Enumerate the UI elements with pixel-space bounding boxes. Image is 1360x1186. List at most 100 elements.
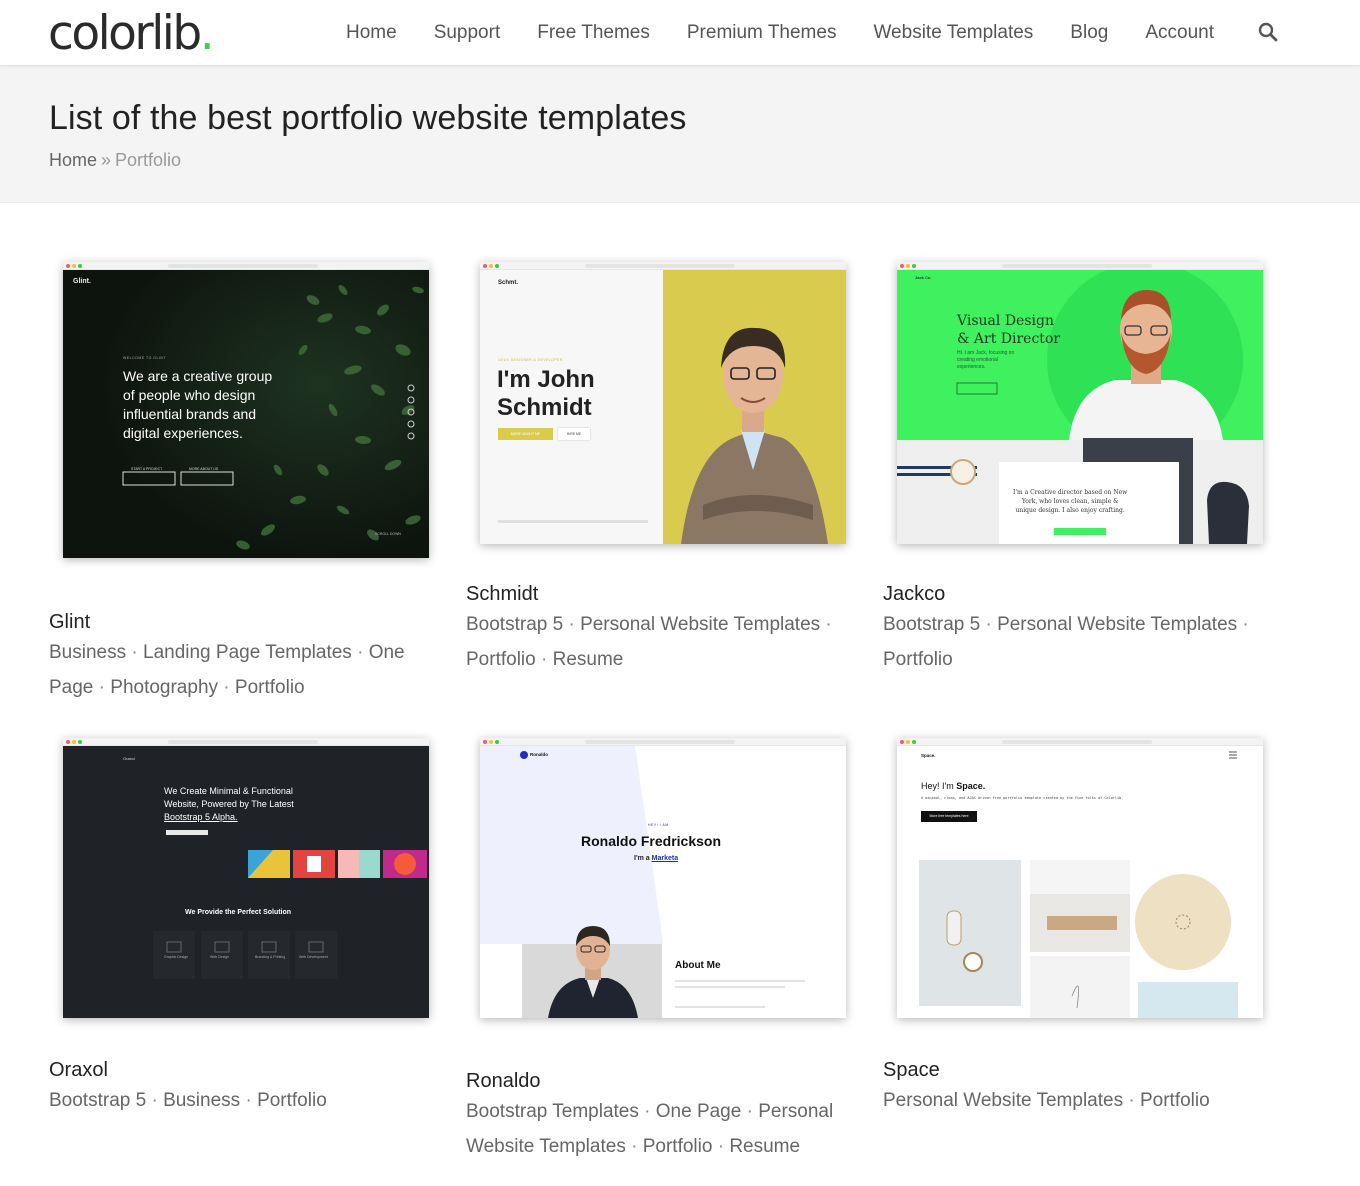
oraxol-service-2: Web Design (210, 955, 230, 959)
glint-preview: Glint. WELCOME TO GLINT We are a creativ… (63, 270, 429, 558)
schmidt-preview: Schmt. UI/UX DESIGNER & DEVELOPER I'm Jo… (480, 270, 846, 544)
nav-website-templates[interactable]: Website Templates (873, 22, 1033, 44)
tag-link[interactable]: Bootstrap 5 (49, 1090, 146, 1111)
tag-link[interactable]: Personal Website Templates (580, 614, 820, 635)
ronaldo-kicker: HEY! I AM (648, 823, 669, 827)
nav-blog[interactable]: Blog (1070, 22, 1108, 44)
tag-link[interactable]: Bootstrap 5 (883, 614, 980, 635)
jackco-headline: Visual Design & Art Director (957, 313, 1061, 347)
tag-link[interactable]: Portfolio (466, 649, 536, 670)
tag-link[interactable]: Landing Page Templates (143, 642, 352, 663)
tag-link[interactable]: Bootstrap Templates (466, 1101, 639, 1122)
main-nav: Home Support Free Themes Premium Themes … (346, 0, 1251, 66)
card-tags: Bootstrap 5 · Personal Website Templates… (466, 614, 832, 670)
tag-link[interactable]: Personal Website Templates (997, 614, 1237, 635)
schmidt-brand: Schmt. (498, 280, 519, 286)
colorlib-logo[interactable]: colorlib. (48, 6, 215, 62)
tag-link[interactable]: One Page (656, 1101, 742, 1122)
jackco-preview: Jack Co. Visual Design & Art Director Hi… (897, 270, 1263, 544)
tag-link[interactable]: Personal Website Templates (883, 1090, 1123, 1111)
card-title[interactable]: Oraxol (49, 1059, 108, 1082)
ronaldo-role: I'm a Marketa (634, 855, 679, 862)
nav-free-themes[interactable]: Free Themes (537, 22, 650, 44)
glint-thumbnail[interactable]: Glint. WELCOME TO GLINT We are a creativ… (63, 262, 429, 558)
tag-link[interactable]: Portfolio (235, 677, 305, 698)
browser-bar (480, 262, 846, 270)
tag-link[interactable]: Resume (729, 1136, 800, 1157)
breadcrumb: Home» Portfolio (49, 150, 181, 171)
tag-link[interactable]: Business (163, 1090, 240, 1111)
glint-headline: We are a creative group of people who de… (123, 368, 273, 441)
ronaldo-art (480, 746, 805, 1018)
nav-account[interactable]: Account (1145, 22, 1214, 44)
glint-kicker: WELCOME TO GLINT (123, 356, 167, 360)
schmidt-button-hire: HIRE ME (558, 428, 590, 440)
oraxol-preview: Oraxol We Create Minimal & Functional We… (63, 746, 429, 1018)
ronaldo-about: About Me (675, 960, 721, 971)
oraxol-section: We Provide the Perfect Solution (185, 909, 292, 916)
ronaldo-preview: Ronaldo HEY! I AM Ronaldo Fredrickson I'… (480, 746, 846, 1018)
browser-bar (897, 738, 1263, 746)
tag-link[interactable]: Portfolio (257, 1090, 327, 1111)
card-title[interactable]: Ronaldo (466, 1070, 541, 1093)
card-tags: Bootstrap Templates · One Page · Persona… (466, 1101, 834, 1157)
card-tags: Business · Landing Page Templates · One … (49, 642, 405, 698)
title-band: List of the best portfolio website templ… (0, 66, 1360, 203)
oraxol-service-3: Branding & Printing (255, 955, 286, 959)
tag-link[interactable]: Business (49, 642, 126, 663)
schmidt-thumbnail[interactable]: Schmt. UI/UX DESIGNER & DEVELOPER I'm Jo… (480, 262, 846, 544)
breadcrumb-current: Portfolio (115, 150, 182, 170)
jackco-sub: Hi. I am Jack, focusing on creating emot… (957, 350, 1015, 370)
card-title[interactable]: Glint (49, 611, 90, 634)
card-title[interactable]: Schmidt (466, 583, 538, 606)
glint-scroll: SCROLL DOWN (375, 532, 401, 536)
browser-bar (63, 738, 429, 746)
schmidt-kicker: UI/UX DESIGNER & DEVELOPER (498, 358, 563, 362)
oraxol-service-4: Web Development (299, 955, 328, 959)
ronaldo-brand: Ronaldo (530, 752, 548, 757)
space-brand: Space. (921, 753, 936, 758)
schmidt-headline: I'm John Schmidt (497, 366, 595, 421)
ronaldo-name: Ronaldo Fredrickson (581, 833, 722, 849)
breadcrumb-home[interactable]: Home (49, 150, 97, 170)
tag-link[interactable]: Photography (110, 677, 218, 698)
nav-home[interactable]: Home (346, 22, 397, 44)
space-thumbnail[interactable]: Space. Hey! I'm Space. A minimal, clean,… (897, 738, 1263, 1018)
logo-dot: . (199, 6, 215, 61)
space-greeting: Hey! I'm Space. (921, 781, 986, 791)
oraxol-headline: We Create Minimal & Functional Website, … (164, 786, 294, 822)
glint-brand: Glint. (73, 278, 91, 285)
page-title: List of the best portfolio website templ… (49, 99, 687, 137)
tag-link[interactable]: Resume (553, 649, 624, 670)
oraxol-thumbnail[interactable]: Oraxol We Create Minimal & Functional We… (63, 738, 429, 1018)
schmidt-footer-line (498, 520, 648, 523)
oraxol-brand: Oraxol (123, 756, 135, 761)
nav-premium-themes[interactable]: Premium Themes (687, 22, 837, 44)
card-title[interactable]: Jackco (883, 583, 945, 606)
card-tags: Personal Website Templates · Portfolio (883, 1090, 1210, 1111)
nav-support[interactable]: Support (434, 22, 501, 44)
logo-text: colorlib (48, 6, 202, 61)
tag-link[interactable]: Portfolio (1140, 1090, 1210, 1111)
site-header: colorlib. Home Support Free Themes Premi… (0, 0, 1360, 66)
ronaldo-thumbnail[interactable]: Ronaldo HEY! I AM Ronaldo Fredrickson I'… (480, 738, 846, 1018)
browser-bar (63, 262, 429, 270)
space-preview: Space. Hey! I'm Space. A minimal, clean,… (897, 746, 1263, 1018)
browser-bar (480, 738, 846, 746)
card-title[interactable]: Space (883, 1059, 940, 1082)
jackco-thumbnail[interactable]: Jack Co. Visual Design & Art Director Hi… (897, 262, 1263, 544)
space-button: More free templates here (921, 811, 977, 822)
jackco-quote: I'm a Creative director based on New Yor… (1013, 489, 1128, 514)
browser-bar (897, 262, 1263, 270)
card-tags: Bootstrap 5 · Business · Portfolio (49, 1090, 327, 1111)
schmidt-button-about: MORE ABOUT ME (498, 428, 553, 440)
oraxol-service-1: Graphic Design (164, 955, 189, 959)
space-sub: A minimal, clean, and AJAX driven free p… (921, 796, 1124, 800)
jackco-brand: Jack Co. (915, 275, 932, 280)
breadcrumb-separator: » (101, 150, 112, 170)
tag-link[interactable]: Portfolio (883, 649, 953, 670)
tag-link[interactable]: Bootstrap 5 (466, 614, 563, 635)
tag-link[interactable]: Portfolio (643, 1136, 713, 1157)
search-icon[interactable] (1258, 22, 1278, 42)
portrait-image (681, 327, 828, 544)
